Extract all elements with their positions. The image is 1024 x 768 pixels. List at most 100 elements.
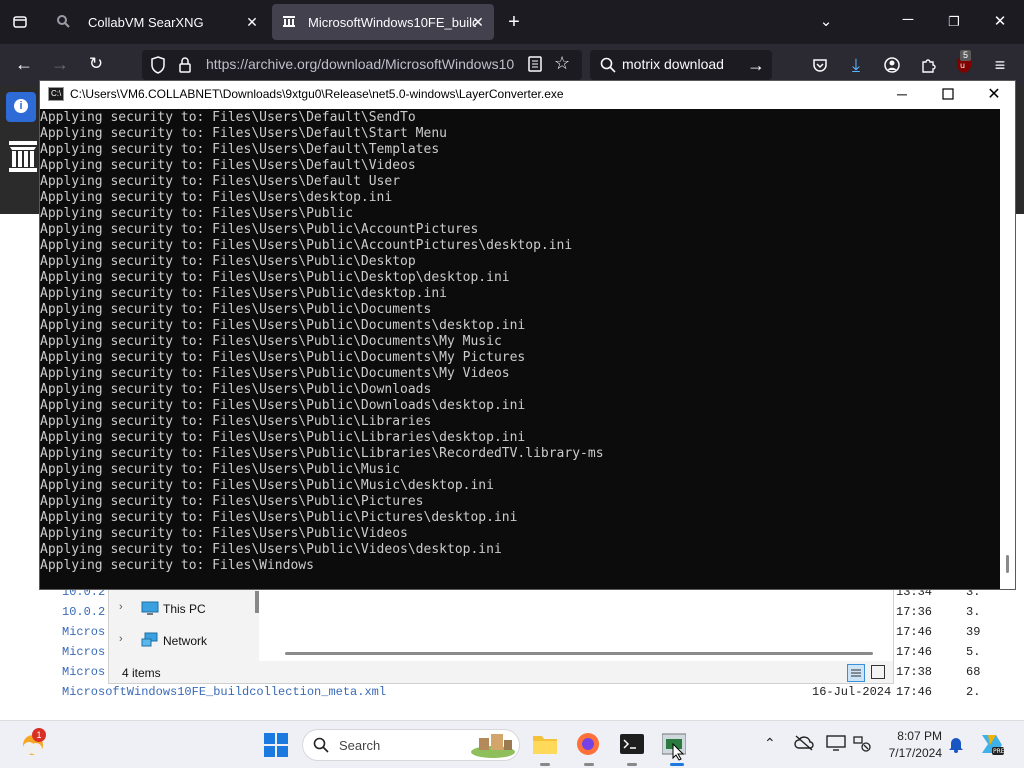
console-line: Applying security to: Files\Users\Public… — [40, 462, 401, 477]
svg-text:PRE: PRE — [993, 748, 1005, 755]
console-maximize-icon[interactable] — [936, 85, 960, 105]
restore-icon[interactable]: ❐ — [940, 8, 968, 36]
file-explorer-taskbar-icon[interactable] — [532, 733, 558, 760]
file-link[interactable]: Micros — [62, 645, 105, 659]
horizontal-scrollbar[interactable] — [285, 652, 873, 655]
console-close-icon[interactable]: ✕ — [982, 83, 1006, 107]
tab-label: CollabVM SearXNG — [88, 14, 204, 30]
svg-text:u: u — [960, 61, 965, 70]
pocket-icon[interactable] — [806, 51, 834, 79]
clock-time[interactable]: 8:07 PM — [884, 729, 942, 743]
show-hidden-icons-chevron-icon[interactable]: ⌃ — [764, 735, 776, 752]
console-line: Applying security to: Files\Users\Public… — [40, 382, 432, 397]
console-scrollbar[interactable] — [1000, 109, 1015, 589]
tab-close-icon[interactable]: ✕ — [470, 14, 486, 30]
back-arrow-icon[interactable]: ← — [10, 50, 38, 78]
file-list-pane — [259, 589, 893, 661]
status-item-count: 4 items — [122, 666, 161, 680]
internet-archive-logo-icon[interactable] — [8, 140, 38, 179]
console-line: Applying security to: Files\Users\Public — [40, 206, 354, 221]
extension-badge: 5 — [960, 50, 972, 61]
console-lines: Applying security to: Files\Users\Defaul… — [40, 110, 604, 574]
file-size: 5. — [966, 645, 981, 659]
bookmark-star-icon[interactable]: ☆ — [554, 53, 570, 74]
new-tab-icon[interactable]: + — [500, 8, 528, 36]
expand-chevron-icon[interactable]: › — [119, 601, 123, 613]
url-text[interactable]: https://archive.org/download/MicrosoftWi… — [206, 56, 518, 72]
clock-date[interactable]: 7/17/2024 — [884, 746, 942, 760]
account-icon[interactable] — [878, 51, 906, 79]
console-scroll-thumb[interactable] — [1006, 555, 1009, 573]
reader-view-icon[interactable] — [528, 56, 546, 74]
console-line: Applying security to: Files\Users\Public… — [40, 398, 526, 413]
url-bar[interactable]: https://archive.org/download/MicrosoftWi… — [142, 50, 582, 80]
console-line: Applying security to: Files\Users\Public… — [40, 414, 432, 429]
file-link[interactable]: 10.0.2 — [62, 605, 105, 619]
expand-chevron-icon[interactable]: › — [119, 633, 123, 645]
console-line: Applying security to: Files\Users\Public… — [40, 478, 494, 493]
list-tabs-chevron-icon[interactable]: ⌄ — [812, 8, 840, 36]
file-link[interactable]: MicrosoftWindows10FE_buildcollection_met… — [62, 685, 386, 699]
reload-icon[interactable]: ↻ — [82, 50, 110, 78]
display-icon[interactable] — [826, 735, 846, 756]
downloads-icon[interactable]: ⤓ — [842, 51, 870, 79]
file-link[interactable]: Micros — [62, 665, 105, 679]
close-window-icon[interactable]: ✕ — [986, 8, 1014, 36]
extensions-puzzle-icon[interactable] — [914, 51, 942, 79]
lock-icon[interactable] — [178, 56, 194, 74]
shield-icon[interactable] — [150, 56, 168, 74]
tab-overview-icon[interactable] — [6, 8, 34, 36]
archive-favicon-icon — [282, 14, 298, 30]
network-disconnected-icon[interactable] — [852, 735, 872, 758]
minimize-icon[interactable]: ─ — [894, 6, 922, 34]
forward-arrow-icon[interactable]: → — [46, 50, 74, 78]
file-time: 17:36 — [896, 605, 933, 619]
info-icon[interactable]: i — [6, 92, 36, 122]
console-title: C:\Users\VM6.COLLABNET\Downloads\9xtgu0\… — [70, 87, 564, 101]
console-line: Applying security to: Files\Users\Public… — [40, 334, 502, 349]
tab-collabvm-searxng[interactable]: CollabVM SearXNG ✕ — [44, 4, 268, 40]
details-view-icon[interactable] — [847, 664, 865, 682]
taskbar-search-icon — [313, 737, 329, 758]
console-line: Applying security to: Files\Users\Public… — [40, 366, 510, 381]
console-line: Applying security to: Files\Users\deskto… — [40, 190, 393, 205]
nav-item-this-pc[interactable]: This PC — [163, 602, 206, 616]
console-line: Applying security to: Files\Users\Defaul… — [40, 142, 440, 157]
windows-start-icon[interactable] — [264, 733, 288, 762]
taskbar-search-box[interactable]: Search — [302, 729, 520, 761]
searxng-favicon-icon — [56, 14, 72, 30]
firefox-taskbar-icon[interactable] — [576, 732, 600, 761]
notification-bell-icon[interactable] — [948, 735, 964, 758]
terminal-taskbar-icon[interactable] — [620, 733, 644, 760]
console-minimize-icon[interactable]: ─ — [890, 83, 914, 107]
copilot-icon[interactable]: PRE — [978, 731, 1006, 762]
file-time: 17:46 — [896, 685, 933, 699]
console-line: Applying security to: Files\Users\Public… — [40, 318, 526, 333]
running-indicator — [584, 763, 594, 766]
file-size: 3. — [966, 605, 981, 619]
console-title-bar[interactable]: C:\ C:\Users\VM6.COLLABNET\Downloads\9xt… — [40, 81, 1015, 109]
windows-taskbar: 1 Search ⌃ 8:07 PM 7/17/2024 PRE — [0, 720, 1024, 768]
taskbar-search-placeholder: Search — [339, 738, 381, 753]
hamburger-menu-icon[interactable]: ≡ — [986, 51, 1014, 79]
file-link[interactable]: Micros — [62, 625, 105, 639]
tab-archive-download[interactable]: MicrosoftWindows10FE_buildc ✕ — [272, 4, 494, 40]
cloud-offline-icon[interactable] — [794, 735, 814, 756]
search-go-arrow-icon[interactable]: → — [742, 51, 770, 79]
console-line: Applying security to: Files\Users\Defaul… — [40, 158, 416, 173]
pc-icon — [141, 601, 159, 615]
nav-item-network[interactable]: Network — [163, 634, 207, 648]
file-time: 17:38 — [896, 665, 933, 679]
console-window[interactable]: C:\ C:\Users\VM6.COLLABNET\Downloads\9xt… — [39, 80, 1016, 590]
console-app-icon: C:\ — [48, 87, 64, 101]
large-icons-view-icon[interactable] — [871, 665, 885, 679]
console-output[interactable]: Applying security to: Files\Users\Defaul… — [40, 109, 1000, 589]
search-highlight-illustration-icon — [469, 732, 517, 758]
search-query[interactable]: motrix download — [622, 56, 724, 72]
tab-close-icon[interactable]: ✕ — [244, 14, 260, 30]
tab-label: MicrosoftWindows10FE_buildc — [308, 14, 476, 30]
running-indicator — [627, 763, 637, 766]
weather-badge: 1 — [32, 728, 46, 742]
console-line: Applying security to: Files\Users\Public… — [40, 302, 432, 317]
console-line: Applying security to: Files\Users\Defaul… — [40, 110, 416, 125]
